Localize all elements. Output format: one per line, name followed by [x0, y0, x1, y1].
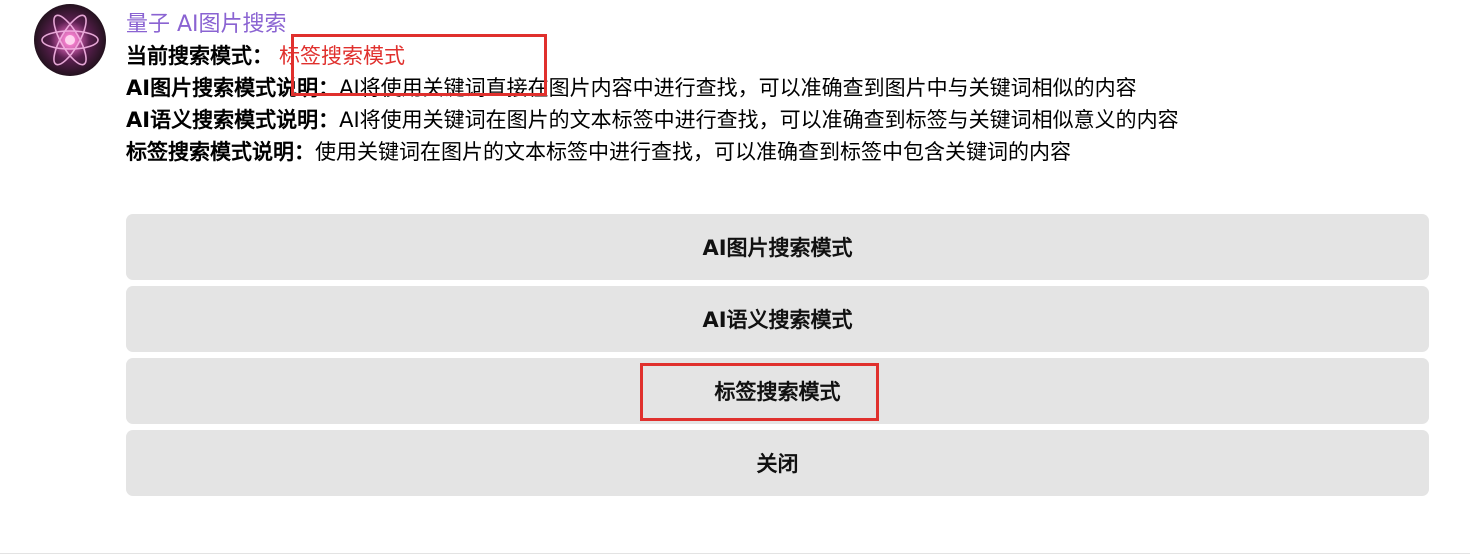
- bot-message: 当前搜索模式： 标签搜索模式 AI图片搜索模式说明：AI将使用关键词直接在图片内容…: [126, 40, 1426, 168]
- current-mode-value: 标签搜索模式: [279, 44, 405, 68]
- description-label: AI语义搜索模式说明：: [126, 108, 340, 132]
- description-ai-image: AI图片搜索模式说明：AI将使用关键词直接在图片内容中进行查找，可以准确查到图片…: [126, 72, 1426, 104]
- bot-avatar[interactable]: [34, 4, 106, 76]
- current-mode-line: 当前搜索模式： 标签搜索模式: [126, 40, 1426, 72]
- description-text: AI将使用关键词直接在图片内容中进行查找，可以准确查到图片中与关键词相似的内容: [339, 76, 1137, 100]
- bottom-divider: [0, 553, 1470, 554]
- description-ai-semantic: AI语义搜索模式说明：AI将使用关键词在图片的文本标签中进行查找，可以准确查到标…: [126, 104, 1426, 136]
- current-mode-label: 当前搜索模式：: [126, 44, 273, 68]
- description-text: 使用关键词在图片的文本标签中进行查找，可以准确查到标签中包含关键词的内容: [315, 140, 1071, 164]
- description-text: AI将使用关键词在图片的文本标签中进行查找，可以准确查到标签与关键词相似意义的内…: [339, 108, 1179, 132]
- bot-name[interactable]: 量子 AI图片搜索: [126, 6, 287, 38]
- tag-search-mode-button[interactable]: 标签搜索模式: [126, 358, 1429, 424]
- close-button[interactable]: 关闭: [126, 430, 1429, 496]
- description-label: 标签搜索模式说明：: [126, 140, 315, 164]
- description-label: AI图片搜索模式说明：: [126, 76, 340, 100]
- ai-image-search-mode-button[interactable]: AI图片搜索模式: [126, 214, 1429, 280]
- ai-semantic-search-mode-button[interactable]: AI语义搜索模式: [126, 286, 1429, 352]
- atom-icon: [41, 14, 99, 66]
- description-tag: 标签搜索模式说明：使用关键词在图片的文本标签中进行查找，可以准确查到标签中包含关…: [126, 136, 1426, 168]
